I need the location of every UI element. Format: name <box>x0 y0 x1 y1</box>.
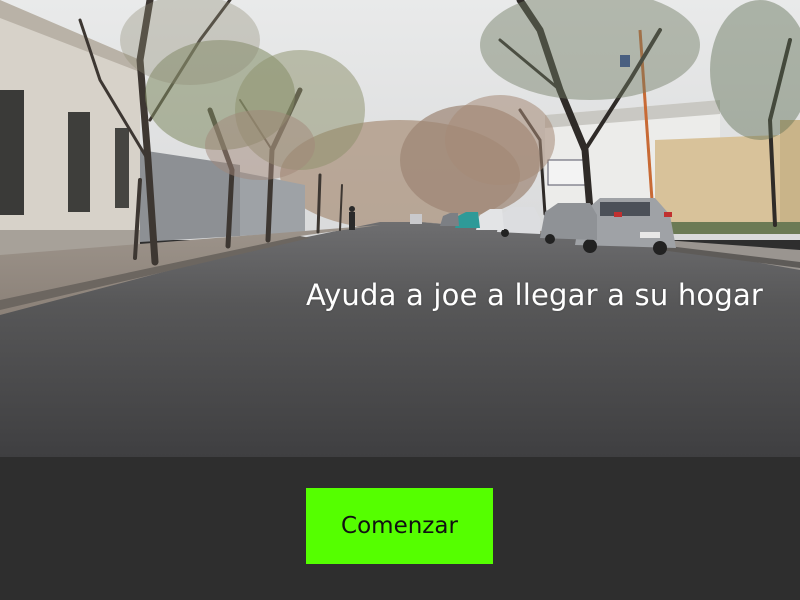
game-instruction-text: Ayuda a joe a llegar a su hogar <box>306 278 764 312</box>
street-scene: Ayuda a joe a llegar a su hogar <box>0 0 800 457</box>
start-button[interactable]: Comenzar <box>306 488 493 564</box>
control-bar: Comenzar <box>0 457 800 600</box>
game-screen: Ayuda a joe a llegar a su hogar Comenzar <box>0 0 800 600</box>
street-photo-image <box>0 0 800 457</box>
